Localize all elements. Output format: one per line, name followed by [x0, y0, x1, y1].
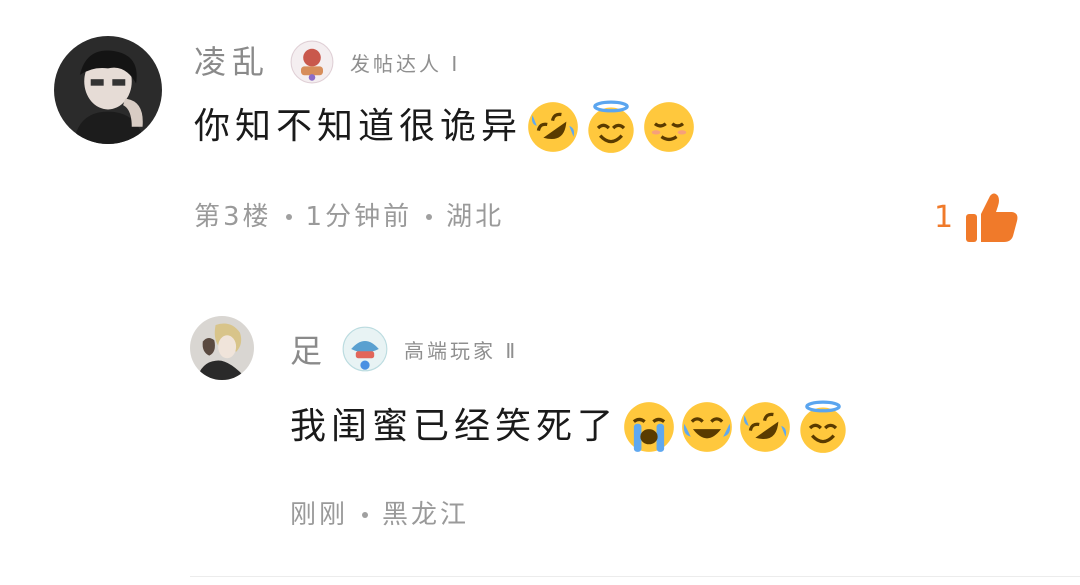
reply-avatar[interactable] — [190, 316, 254, 380]
halo-smile-icon — [796, 400, 850, 454]
divider — [190, 576, 1080, 577]
rolling-laugh-icon — [526, 100, 580, 154]
commenter-avatar[interactable] — [54, 36, 162, 144]
thumbs-up-icon[interactable] — [964, 192, 1020, 244]
loudly-crying-icon — [622, 400, 676, 454]
floor-number: 第3楼 — [194, 202, 272, 232]
rolling-laugh-icon — [738, 400, 792, 454]
separator-dot — [362, 512, 369, 518]
reply-location: 黑龙江 — [382, 500, 470, 530]
comment-text: 你知不知道很诡异 — [194, 106, 523, 147]
reply-meta: 刚刚 黑龙江 — [290, 498, 469, 532]
commenter-username[interactable]: 凌乱 — [194, 42, 270, 82]
comment-time: 1分钟前 — [305, 202, 413, 232]
separator-dot — [285, 214, 292, 220]
reply-body: 我闺蜜已经笑死了 — [290, 400, 850, 454]
separator-dot — [426, 214, 433, 220]
user-badge-label: 高端玩家 Ⅱ — [404, 339, 519, 363]
halo-smile-icon — [584, 100, 638, 154]
comment-location: 湖北 — [446, 202, 505, 232]
comment-body: 你知不知道很诡异 — [194, 100, 696, 154]
user-badge-label: 发帖达人 Ⅰ — [350, 52, 461, 76]
tears-of-joy-icon — [680, 400, 734, 454]
relieved-face-icon — [642, 100, 696, 154]
reply-username[interactable]: 足 — [290, 331, 328, 371]
like-count: 1 — [934, 200, 954, 235]
comment-meta: 第3楼 1分钟前 湖北 — [194, 200, 504, 234]
poster-badge-icon — [290, 40, 334, 84]
reply-time: 刚刚 — [290, 500, 349, 530]
reply-text: 我闺蜜已经笑死了 — [290, 406, 619, 447]
player-badge-icon — [342, 326, 388, 372]
